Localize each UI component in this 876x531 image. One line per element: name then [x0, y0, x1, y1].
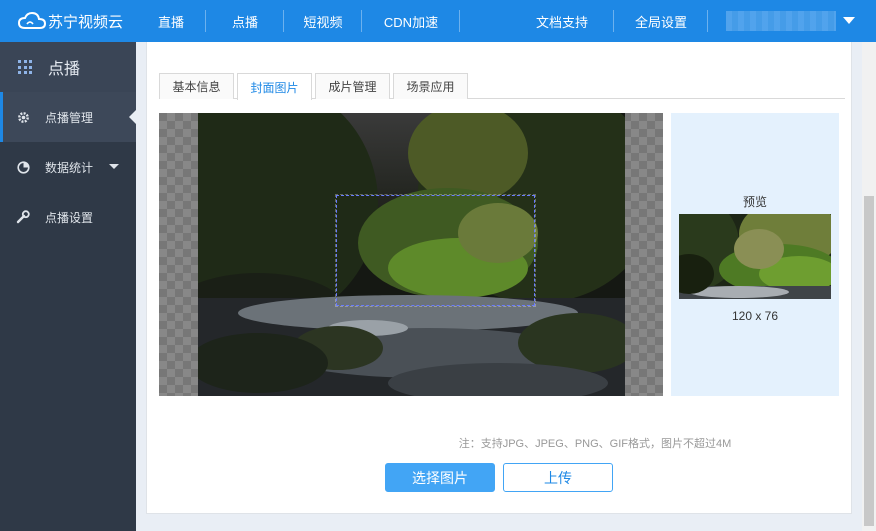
nav-global-settings[interactable]: 全局设置 [614, 0, 708, 42]
main-nav: 直播 点播 短视频 CDN加速 [136, 0, 460, 42]
crop-selection-box[interactable] [335, 194, 536, 307]
nav-live[interactable]: 直播 [136, 0, 206, 42]
pie-chart-icon [16, 160, 30, 174]
logo-text: 苏宁视频云 [48, 13, 124, 31]
sidebar-item-vod-manage[interactable]: 点播管理 [0, 92, 136, 142]
right-nav: 文档支持 全局设置 [510, 0, 708, 42]
grid-icon [18, 60, 32, 74]
sidebar-item-vod-settings[interactable]: 点播设置 [0, 192, 136, 242]
upload-note: 注：支持JPG、JPEG、PNG、GIF格式，图片不超过4M [458, 438, 732, 450]
upload-button[interactable]: 上传 [503, 463, 613, 492]
nav-vod[interactable]: 点播 [206, 0, 284, 42]
sidebar-item-statistics[interactable]: 数据统计 [0, 142, 136, 192]
preview-title: 预览 [742, 195, 767, 209]
cover-photo [198, 113, 625, 396]
logo[interactable]: 苏宁视频云 [0, 0, 136, 42]
nav-docs[interactable]: 文档支持 [510, 0, 614, 42]
gear-icon [16, 110, 30, 124]
tab-bar: 基本信息 封面图片 成片管理 场景应用 [159, 73, 845, 100]
preview-size: 120 x 76 [731, 309, 779, 323]
tab-clip-manage[interactable]: 成片管理 [315, 73, 390, 99]
wrench-icon [16, 210, 30, 224]
cloud-icon [18, 12, 46, 29]
user-account[interactable] [726, 11, 836, 31]
tab-basic-info[interactable]: 基本信息 [159, 73, 234, 99]
scrollbar-thumb[interactable] [864, 196, 874, 526]
select-image-button[interactable]: 选择图片 [385, 463, 495, 492]
sidebar-item-label: 点播管理 [45, 110, 94, 125]
image-cropper[interactable] [159, 113, 663, 396]
content-panel: 基本信息 封面图片 成片管理 场景应用 预览 120 x 76 注：支持JPG、… [146, 42, 852, 514]
sidebar-item-label: 数据统计 [45, 160, 94, 175]
tab-scene-apps[interactable]: 场景应用 [393, 73, 468, 99]
chevron-down-icon [109, 164, 119, 169]
sidebar-title: 点播 [48, 61, 81, 78]
sidebar-header: 点播 [0, 42, 136, 92]
chevron-down-icon[interactable] [843, 17, 855, 24]
preview-panel: 预览 120 x 76 [671, 113, 839, 396]
page-scrollbar[interactable] [862, 42, 876, 531]
top-bar: 苏宁视频云 直播 点播 短视频 CDN加速 文档支持 全局设置 [0, 0, 876, 42]
sidebar: 点播 点播管理 数据统计 点播设置 [0, 42, 136, 531]
nav-cdn[interactable]: CDN加速 [362, 0, 460, 42]
tab-cover-image[interactable]: 封面图片 [237, 73, 312, 100]
nav-short-video[interactable]: 短视频 [284, 0, 362, 42]
preview-image [679, 214, 831, 299]
sidebar-item-label: 点播设置 [45, 210, 94, 225]
